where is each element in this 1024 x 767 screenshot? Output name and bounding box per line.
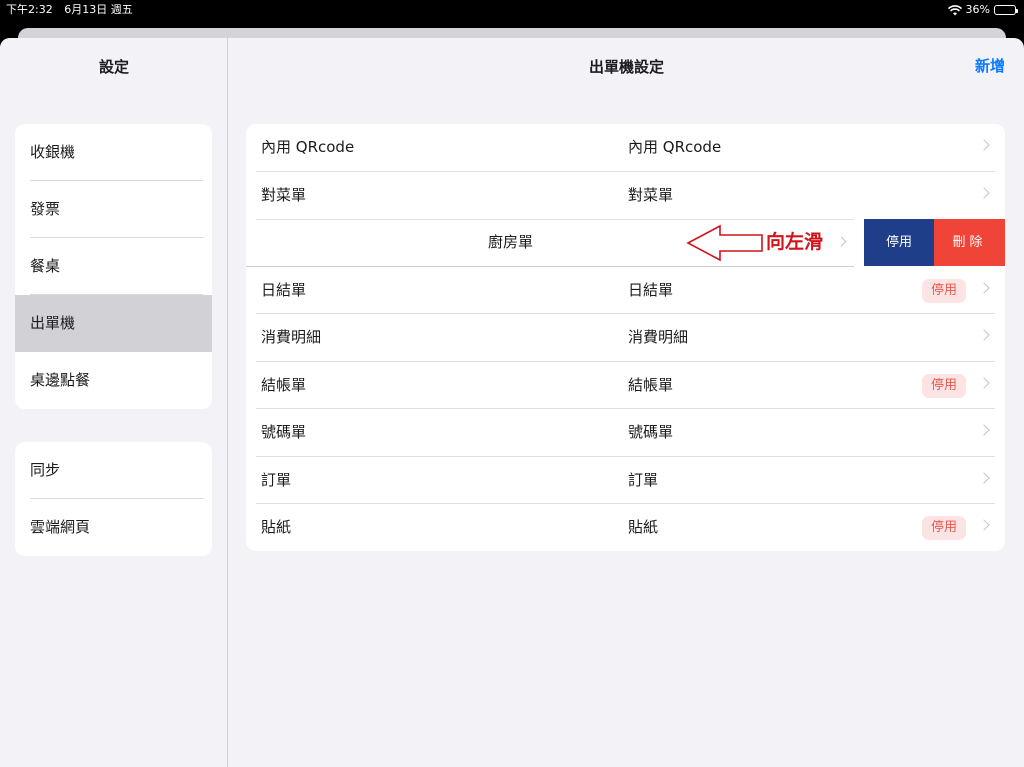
row-name: 結帳單 <box>261 375 307 394</box>
row-printer: 日結單 <box>628 280 674 299</box>
sidebar-group-sync: 同步 雲端網頁 <box>15 442 212 556</box>
sidebar-item-tables[interactable]: 餐桌 <box>15 238 212 295</box>
row-name: 訂單 <box>261 470 292 489</box>
chevron-right-icon <box>978 471 990 484</box>
main-panel: 出單機設定 新增 內用 QRcode 內用 QRcode 對菜單 對菜單 廚房單 <box>229 38 1024 767</box>
row-printer: 消費明細 <box>628 328 689 346</box>
chevron-right-icon <box>978 329 990 341</box>
chevron-right-icon <box>836 236 847 247</box>
row-divider <box>256 219 854 220</box>
row-name: 號碼單 <box>261 423 307 441</box>
sidebar-item-printer[interactable]: 出單機 <box>15 295 212 352</box>
disabled-badge: 停用 <box>922 373 966 398</box>
status-time: 下午2:32 <box>6 3 53 16</box>
list-item[interactable]: 結帳單 結帳單 停用 <box>246 362 1005 409</box>
chevron-right-icon <box>978 281 990 294</box>
add-button[interactable]: 新增 <box>975 55 1005 76</box>
swipe-hint-label: 向左滑 <box>766 231 824 253</box>
row-printer: 號碼單 <box>628 423 674 441</box>
status-bar: 下午2:32 6月13日 週五 36% <box>0 0 1024 20</box>
list-item[interactable]: 貼紙 貼紙 停用 <box>246 504 1005 551</box>
disable-button[interactable]: 停用 <box>864 219 934 266</box>
sidebar: 設定 收銀機 發票 餐桌 出單機 桌邊點餐 同步 雲端網頁 <box>0 38 228 767</box>
battery-icon <box>994 5 1018 15</box>
row-name: 廚房單 <box>488 233 534 251</box>
list-item[interactable]: 消費明細 消費明細 <box>246 314 1005 362</box>
chevron-right-icon <box>978 519 990 531</box>
disabled-badge: 停用 <box>922 278 966 303</box>
row-name: 對菜單 <box>261 185 307 204</box>
list-item[interactable]: 日結單 日結單 停用 <box>246 267 1005 314</box>
disabled-badge: 停用 <box>922 516 966 540</box>
row-printer: 訂單 <box>628 470 659 489</box>
list-item[interactable]: 號碼單 號碼單 <box>246 409 1005 457</box>
wifi-icon <box>947 4 962 15</box>
printer-list: 內用 QRcode 內用 QRcode 對菜單 對菜單 廚房單 向左滑 停用 刪… <box>246 124 1005 551</box>
chevron-right-icon <box>978 376 990 389</box>
delete-button[interactable]: 刪除 <box>934 219 1005 266</box>
sidebar-item-invoice[interactable]: 發票 <box>15 181 212 238</box>
sidebar-group-main: 收銀機 發票 餐桌 出單機 桌邊點餐 <box>15 124 212 409</box>
list-item[interactable]: 訂單 訂單 <box>246 457 1005 504</box>
chevron-right-icon <box>978 139 990 151</box>
row-name: 內用 QRcode <box>261 138 355 156</box>
status-date: 6月13日 週五 <box>64 3 133 16</box>
sidebar-title: 設定 <box>98 58 129 76</box>
chevron-right-icon <box>978 186 990 199</box>
swiped-list-item[interactable]: 廚房單 向左滑 停用 刪除 <box>246 219 1005 267</box>
sidebar-item-cashier[interactable]: 收銀機 <box>15 124 212 181</box>
page-title: 出單機設定 <box>588 58 664 76</box>
chevron-right-icon <box>978 424 990 436</box>
arrow-left-icon <box>686 224 763 262</box>
row-printer: 結帳單 <box>628 375 674 394</box>
row-printer: 貼紙 <box>628 518 659 536</box>
row-printer: 對菜單 <box>628 185 674 204</box>
sidebar-item-sync[interactable]: 同步 <box>15 442 212 499</box>
row-printer: 內用 QRcode <box>628 138 722 156</box>
list-item[interactable]: 內用 QRcode 內用 QRcode <box>246 124 1005 172</box>
row-name: 消費明細 <box>261 328 322 346</box>
row-name: 日結單 <box>261 280 307 299</box>
settings-sheet: 設定 收銀機 發票 餐桌 出單機 桌邊點餐 同步 雲端網頁 出單機設定 新增 內… <box>0 38 1024 767</box>
sidebar-item-tableside-order[interactable]: 桌邊點餐 <box>15 352 212 409</box>
list-item[interactable]: 對菜單 對菜單 <box>246 172 1005 220</box>
row-name: 貼紙 <box>261 518 292 536</box>
battery-percent: 36% <box>965 3 990 16</box>
sidebar-item-cloud-web[interactable]: 雲端網頁 <box>15 499 212 556</box>
